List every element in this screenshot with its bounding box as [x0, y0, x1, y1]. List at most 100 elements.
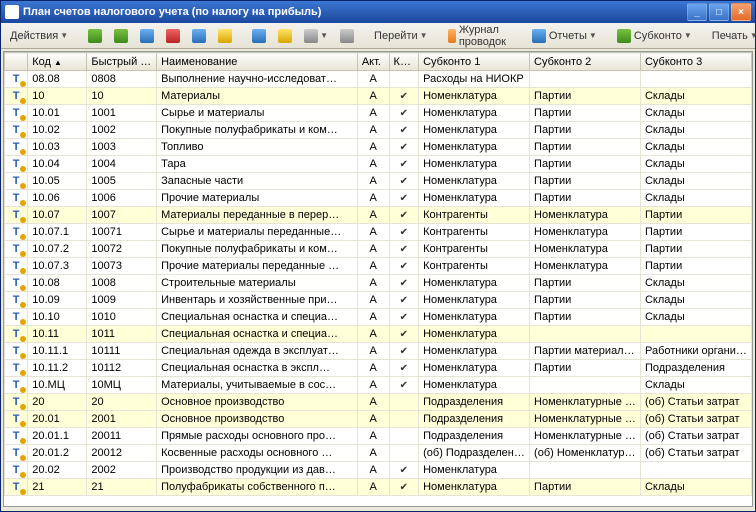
cell-name: Прямые расходы основного про…	[157, 428, 358, 445]
cell-code: 10.11.2	[28, 360, 87, 377]
cell-quick: 21	[87, 479, 157, 496]
cell-sub2: Партии	[530, 156, 641, 173]
table-row[interactable]: T20.01.220012Косвенные расходы основного…	[5, 445, 752, 462]
cell-code: 10.11	[28, 326, 87, 343]
cell-akt: А	[357, 122, 389, 139]
table-row[interactable]: T10.081008Строительные материалыА✔Номенк…	[5, 275, 752, 292]
col-sub3-header[interactable]: Субконто 3	[640, 53, 751, 71]
table-row[interactable]: T08.080808Выполнение научно-исследоват…А…	[5, 71, 752, 88]
col-akt-header[interactable]: Акт.	[357, 53, 389, 71]
col-quick-header[interactable]: Быстрый …	[87, 53, 157, 71]
add-button[interactable]	[83, 26, 107, 46]
cell-sub1: Номенклатура	[419, 326, 530, 343]
cell-akt: А	[357, 377, 389, 394]
cell-sub1: Номенклатура	[419, 105, 530, 122]
table-row[interactable]: T20.012001Основное производствоАПодразде…	[5, 411, 752, 428]
hierarchy-button[interactable]	[187, 26, 211, 46]
table-row[interactable]: T10.111011Специальная оснастка и специа……	[5, 326, 752, 343]
goto-menu[interactable]: Перейти▼	[369, 26, 433, 46]
cell-name: Топливо	[157, 139, 358, 156]
cell-sub3: Партии	[640, 224, 751, 241]
table-row[interactable]: T10.101010Специальная оснастка и специа……	[5, 309, 752, 326]
account-icon: T	[10, 481, 22, 493]
account-icon: T	[10, 209, 22, 221]
cell-sub1: (об) Подразделения	[419, 445, 530, 462]
delete-button[interactable]	[161, 26, 185, 46]
table-row[interactable]: T10.07.310073Прочие материалы переданные…	[5, 258, 752, 275]
col-sub1-header[interactable]: Субконто 1	[419, 53, 530, 71]
reports-menu[interactable]: Отчеты▼	[527, 26, 602, 46]
actions-menu[interactable]: Действия▼	[5, 26, 73, 46]
table-row[interactable]: T10.11.110111Специальная одежда в эксплу…	[5, 343, 752, 360]
journal-button[interactable]: Журнал проводок	[443, 26, 517, 46]
cell-name: Материалы переданные в перер…	[157, 207, 358, 224]
col-code-header[interactable]: Код ▲	[28, 53, 87, 71]
table-row[interactable]: T20.022002Производство продукции из дав……	[5, 462, 752, 479]
cell-name: Покупные полуфабрикаты и ком…	[157, 241, 358, 258]
table-row[interactable]: T10.091009Инвентарь и хозяйственные при……	[5, 292, 752, 309]
chevron-down-icon: ▼	[320, 31, 328, 40]
move-button[interactable]	[213, 26, 237, 46]
copy-button[interactable]: ▼	[299, 26, 333, 46]
cell-name: Специальная оснастка и специа…	[157, 326, 358, 343]
table-row[interactable]: T1010МатериалыА✔НоменклатураПартииСклады	[5, 88, 752, 105]
table-row[interactable]: T10.021002Покупные полуфабрикаты и ком…А…	[5, 122, 752, 139]
cell-sub3: Склады	[640, 139, 751, 156]
tree-icon	[192, 29, 206, 43]
minimize-button[interactable]: _	[687, 3, 707, 21]
table-row[interactable]: T10.07.110071Сырье и материалы переданны…	[5, 224, 752, 241]
account-icon: T	[10, 243, 22, 255]
cell-akt: А	[357, 71, 389, 88]
cell-name: Основное производство	[157, 394, 358, 411]
cell-sub1: Номенклатура	[419, 343, 530, 360]
cell-kol: ✔	[389, 377, 419, 394]
refresh-button[interactable]	[273, 26, 297, 46]
cell-sub3: Склады	[640, 88, 751, 105]
add-copy-button[interactable]	[109, 26, 133, 46]
filter-button[interactable]	[247, 26, 271, 46]
cell-sub1: Контрагенты	[419, 258, 530, 275]
table-row[interactable]: T2020Основное производствоАПодразделения…	[5, 394, 752, 411]
subconto-menu[interactable]: Субконто▼	[612, 26, 697, 46]
account-icon: T	[10, 413, 22, 425]
table-row[interactable]: T10.051005Запасные частиА✔НоменклатураПа…	[5, 173, 752, 190]
col-sub2-header[interactable]: Субконто 2	[530, 53, 641, 71]
chevron-down-icon: ▼	[684, 31, 692, 40]
close-button[interactable]: ×	[731, 3, 751, 21]
cell-akt: А	[357, 462, 389, 479]
cell-akt: А	[357, 292, 389, 309]
maximize-button[interactable]: □	[709, 3, 729, 21]
cell-sub2: Партии	[530, 309, 641, 326]
table-row[interactable]: T10.031003ТопливоА✔НоменклатураПартииСкл…	[5, 139, 752, 156]
table-row[interactable]: T10.061006Прочие материалыА✔Номенклатура…	[5, 190, 752, 207]
table-row[interactable]: T20.01.120011Прямые расходы основного пр…	[5, 428, 752, 445]
table-row[interactable]: T10.11.210112Специальная оснастка в эксп…	[5, 360, 752, 377]
col-icon-header[interactable]	[5, 53, 28, 71]
cell-code: 10.МЦ	[28, 377, 87, 394]
col-name-header[interactable]: Наименование	[157, 53, 358, 71]
table-row[interactable]: T2121Полуфабрикаты собственного п…А✔Номе…	[5, 479, 752, 496]
delete-icon	[166, 29, 180, 43]
print-menu[interactable]: Печать▼	[707, 26, 756, 46]
col-kol-header[interactable]: Кол.	[389, 53, 419, 71]
filter-off-button[interactable]	[335, 26, 359, 46]
cell-name: Сырье и материалы переданные…	[157, 224, 358, 241]
table-row[interactable]: T10.МЦ10МЦМатериалы, учитываемые в сос…А…	[5, 377, 752, 394]
toolbar: Действия▼ ▼ Перейти▼ Журнал проводок Отч…	[1, 23, 755, 49]
cell-code: 10.04	[28, 156, 87, 173]
cell-code: 10.11.1	[28, 343, 87, 360]
table-row[interactable]: T10.011001Сырье и материалыА✔Номенклатур…	[5, 105, 752, 122]
account-icon: T	[10, 73, 22, 85]
cell-sub1: Номенклатура	[419, 462, 530, 479]
table-row[interactable]: T10.041004ТараА✔НоменклатураПартииСклады	[5, 156, 752, 173]
subconto-icon	[617, 29, 631, 43]
account-icon: T	[10, 464, 22, 476]
account-icon: T	[10, 447, 22, 459]
cell-sub1: Контрагенты	[419, 224, 530, 241]
table-row[interactable]: T10.071007Материалы переданные в перер…А…	[5, 207, 752, 224]
edit-button[interactable]	[135, 26, 159, 46]
table-row[interactable]: T10.07.210072Покупные полуфабрикаты и ко…	[5, 241, 752, 258]
cell-sub3: Склады	[640, 156, 751, 173]
cell-kol: ✔	[389, 258, 419, 275]
grid-scroll[interactable]: Код ▲ Быстрый … Наименование Акт. Кол. С…	[3, 51, 753, 507]
